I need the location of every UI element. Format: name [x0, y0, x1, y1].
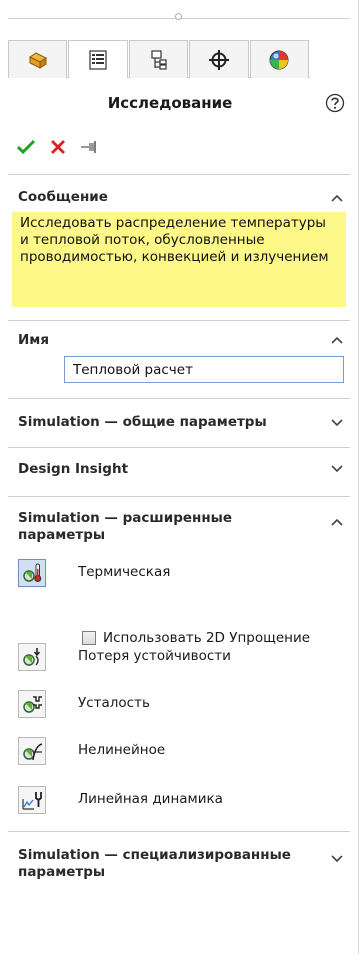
pin-button[interactable]: [78, 136, 102, 158]
tab-display-manager[interactable]: [249, 40, 310, 78]
chevron-down-icon[interactable]: [330, 463, 344, 473]
separator: [8, 496, 350, 497]
dimxpert-icon: [208, 49, 229, 70]
linear-dynamic-study-icon: [22, 792, 42, 810]
buckling-study-icon: [23, 648, 41, 666]
design-insight-section-title[interactable]: Design Insight: [18, 461, 128, 477]
action-buttons: [14, 136, 110, 158]
specialized-params-section-title[interactable]: Simulation — специализированные параметр…: [18, 847, 318, 881]
manager-tabs: [8, 40, 310, 78]
use-2d-simplification-checkbox[interactable]: [82, 631, 96, 645]
study-icon-frame: [18, 786, 46, 814]
tab-feature-manager[interactable]: [8, 40, 68, 78]
chevron-down-icon[interactable]: [330, 853, 344, 863]
display-manager-icon: [269, 50, 289, 69]
study-icon-frame: [18, 737, 46, 765]
chevron-up-icon[interactable]: [330, 335, 344, 345]
separator: [8, 398, 350, 399]
study-type-label: Усталость: [78, 695, 150, 711]
separator: [8, 174, 350, 175]
study-icon-frame: [18, 559, 46, 587]
panel-title-row: Исследование: [0, 92, 359, 116]
separator: [8, 447, 350, 448]
message-text: Исследовать распределение температуры и …: [12, 212, 346, 307]
study-property-panel: Исследование Сообщение Исследовать распр…: [0, 0, 359, 954]
panel-resize-handle[interactable]: [0, 8, 358, 28]
study-icon-frame: [18, 690, 46, 718]
configuration-manager-icon: [150, 49, 167, 70]
close-icon: [51, 140, 65, 154]
name-section-title[interactable]: Имя: [18, 332, 49, 348]
chevron-down-icon[interactable]: [330, 417, 344, 427]
study-type-label: Нелинейное: [78, 742, 166, 758]
chevron-up-icon[interactable]: [330, 193, 344, 203]
tab-configuration-manager[interactable]: [128, 40, 189, 78]
study-type-label: Линейная динамика: [78, 791, 223, 807]
help-icon[interactable]: [325, 93, 345, 113]
tab-property-manager[interactable]: [68, 40, 128, 78]
message-section-title[interactable]: Сообщение: [18, 189, 108, 205]
pushpin-icon: [81, 141, 96, 153]
handle-grip-icon[interactable]: [175, 13, 182, 20]
tab-dimxpert-manager[interactable]: [189, 40, 249, 78]
study-type-label: Термическая: [78, 564, 171, 580]
advanced-params-section-title[interactable]: Simulation — расширенные параметры: [18, 510, 298, 544]
feature-manager-icon: [28, 51, 47, 69]
ok-button[interactable]: [14, 136, 38, 158]
property-manager-icon: [89, 49, 107, 70]
panel-title: Исследование: [107, 94, 233, 112]
checkmark-icon: [16, 139, 36, 155]
general-params-section-title[interactable]: Simulation — общие параметры: [18, 414, 267, 430]
nonlinear-study-icon: [23, 743, 43, 761]
separator: [8, 831, 350, 832]
fatigue-study-icon: [23, 696, 42, 713]
cancel-button[interactable]: [46, 136, 70, 158]
study-icon-frame: [18, 643, 46, 671]
separator: [8, 320, 350, 321]
use-2d-simplification-label: Использовать 2D Упрощение: [103, 630, 311, 646]
thermal-study-icon: [23, 563, 42, 582]
study-type-label: Потеря устойчивости: [78, 648, 231, 664]
chevron-up-icon[interactable]: [330, 517, 344, 527]
study-name-input[interactable]: [64, 356, 344, 383]
use-2d-simplification[interactable]: Использовать 2D Упрощение: [82, 629, 310, 647]
